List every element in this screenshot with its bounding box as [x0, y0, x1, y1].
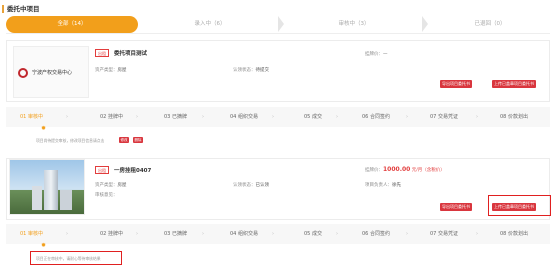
page-header: 委托中项目 — [0, 0, 554, 16]
step-4: 04 组织交易 — [230, 231, 258, 237]
current-step-sun-icon: ✹ — [41, 242, 47, 249]
step-3: 03 已摘牌 — [164, 114, 187, 120]
chevron-right-icon: › — [406, 114, 408, 120]
step-5: 05 成交 — [304, 114, 322, 120]
chevron-right-icon: › — [66, 114, 68, 120]
status-badge: 出租 — [95, 166, 109, 174]
delete-button[interactable]: 删除 — [133, 137, 143, 143]
step-6: 06 合同签约 — [362, 231, 390, 237]
project-thumbnail — [9, 159, 85, 215]
project-thumbnail: 宁波产权交易中心 — [13, 46, 89, 98]
edit-button[interactable]: 修改 — [119, 137, 129, 143]
tab-divider — [422, 16, 428, 32]
chevron-right-icon: › — [406, 231, 408, 237]
step-6: 06 合同签约 — [362, 114, 390, 120]
logo-icon — [18, 68, 28, 78]
review-opinion-field: 审核意见： — [95, 193, 118, 198]
highlight-box-status — [30, 251, 122, 265]
step-8: 08 价款划出 — [500, 114, 528, 120]
step-7: 07 交易凭证 — [430, 231, 458, 237]
chevron-right-icon: › — [66, 231, 68, 237]
current-step-sun-icon: ✹ — [41, 125, 47, 132]
chevron-right-icon: › — [202, 114, 204, 120]
export-proxy-button[interactable]: 导出项目委托书 — [440, 203, 472, 211]
chevron-right-icon: › — [476, 114, 478, 120]
chevron-right-icon: › — [476, 231, 478, 237]
tab-returned[interactable]: 已退回（0） — [430, 16, 550, 33]
status-note: 项目尚待提交审核，修改项目信息请点击 — [36, 138, 105, 143]
project-card: 出租 一房挂租0407 挂牌价：1000.00 元/月（含税价） 资产类型：房屋… — [6, 158, 550, 220]
progress-steps: 01 审核中 › 02 挂牌中 › 03 已摘牌 › 04 组织交易 › 05 … — [6, 107, 550, 127]
price-field: 挂牌价：— — [365, 52, 388, 57]
building-image — [32, 186, 42, 210]
tab-entering[interactable]: 录入中（6） — [142, 16, 278, 33]
chevron-right-icon: › — [336, 114, 338, 120]
export-proxy-button[interactable]: 导出项目委托书 — [440, 80, 472, 88]
step-1: 01 审核中 — [20, 114, 43, 120]
status-badge: 出租 — [95, 49, 109, 57]
step-2: 02 挂牌中 — [100, 114, 123, 120]
asset-type-field: 资产类型：房屋 — [95, 183, 127, 188]
project-name[interactable]: 一房挂租0407 — [114, 166, 151, 174]
status-tabs: 全部（14） 录入中（6） 审核中（3） 已退回（0） — [6, 16, 550, 33]
chevron-right-icon: › — [202, 231, 204, 237]
asset-type-field: 资产类型：房屋 — [95, 68, 127, 73]
step-3: 03 已摘牌 — [164, 231, 187, 237]
auth-status-field: 认领状态：已认领 — [233, 183, 269, 188]
highlight-box-upload — [488, 195, 551, 216]
title-accent-bar — [2, 5, 4, 13]
manager-field: 项目负责人：徐先 — [365, 183, 401, 188]
upload-proxy-button[interactable]: 上传已盖章项目委托书 — [492, 80, 536, 88]
step-2: 02 挂牌中 — [100, 231, 123, 237]
step-8: 08 价款划出 — [500, 231, 528, 237]
tab-all[interactable]: 全部（14） — [6, 16, 138, 33]
building-image — [60, 190, 72, 210]
tab-divider — [278, 16, 284, 32]
progress-steps: 01 审核中 › 02 挂牌中 › 03 已摘牌 › 04 组织交易 › 05 … — [6, 224, 550, 244]
chevron-right-icon: › — [136, 114, 138, 120]
project-card: 宁波产权交易中心 出租 委托项目测试 挂牌价：— 资产类型：房屋 认领状态：待提… — [6, 40, 550, 102]
page-title: 委托中项目 — [7, 5, 40, 13]
price-field: 挂牌价：1000.00 元/月（含税价） — [365, 166, 445, 173]
step-5: 05 成交 — [304, 231, 322, 237]
step-1: 01 审核中 — [20, 231, 43, 237]
tabs-divider — [6, 33, 550, 34]
step-4: 04 组织交易 — [230, 114, 258, 120]
chevron-right-icon: › — [336, 231, 338, 237]
step-7: 07 交易凭证 — [430, 114, 458, 120]
chevron-right-icon: › — [136, 231, 138, 237]
auth-status-field: 认领状态：待提交 — [233, 68, 269, 73]
logo-text: 宁波产权交易中心 — [32, 70, 73, 76]
tab-reviewing[interactable]: 审核中（3） — [286, 16, 422, 33]
building-image — [44, 170, 58, 210]
project-name[interactable]: 委托项目测试 — [114, 49, 147, 57]
chevron-right-icon: › — [272, 231, 274, 237]
chevron-right-icon: › — [272, 114, 274, 120]
